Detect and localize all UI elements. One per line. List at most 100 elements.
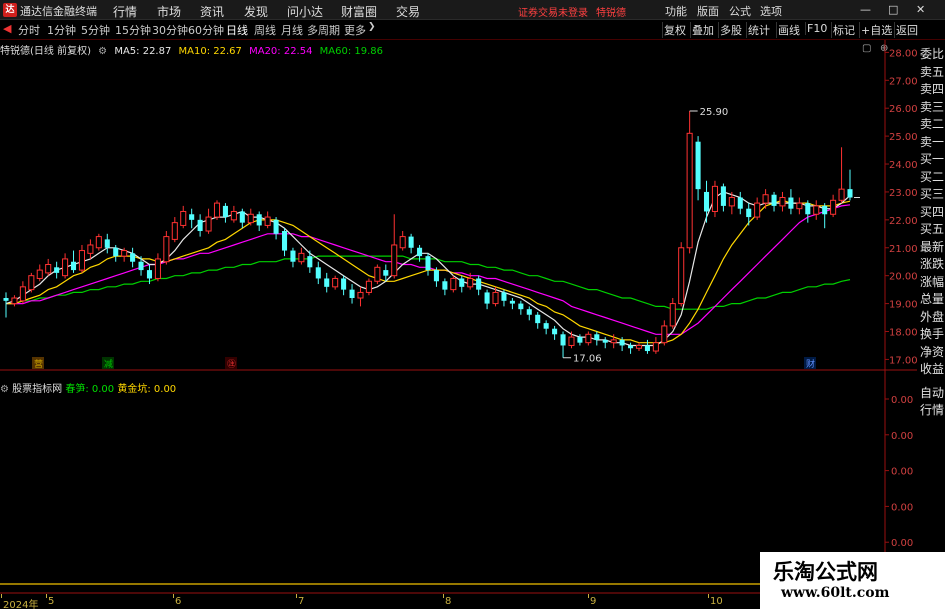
candle (754, 197, 761, 220)
menu-gongneng[interactable]: 功能 (665, 3, 687, 19)
candle-body (484, 292, 490, 304)
candle (652, 337, 659, 354)
menu-zixun[interactable]: 资讯 (200, 3, 224, 20)
menu-hangqing[interactable]: 行情 (113, 3, 137, 20)
candle-body (610, 339, 617, 344)
candle (95, 233, 102, 251)
candle-body (113, 247, 119, 257)
sidebar-bottom-item[interactable]: 行情 (919, 402, 945, 419)
candle-body (121, 250, 128, 257)
menu-gongshi[interactable]: 公式 (729, 3, 751, 19)
candle-body (11, 297, 18, 305)
sidebar-item[interactable]: 涨幅 (919, 274, 945, 291)
event-mark: 减 (104, 358, 113, 370)
sidebar-bottom-item[interactable]: 自动 (919, 385, 945, 402)
kline-chart[interactable]: 25.90 17.06 营 减 ㊟ 财 28.00 27.00 26.00 25.00 24.00… (0, 40, 917, 594)
tool-fuquan[interactable]: 复权 (662, 22, 687, 38)
tab-15min[interactable]: 15分钟 (115, 22, 151, 38)
candle (298, 247, 305, 265)
menu-xuanxiang[interactable]: 选项 (760, 3, 782, 19)
candle (695, 136, 701, 201)
tool-fanhui[interactable]: 返回 (894, 22, 919, 38)
candle-body (298, 252, 305, 263)
candle-body (290, 250, 296, 262)
sidebar-item[interactable]: 买五 (919, 221, 945, 238)
tab-1min[interactable]: 1分钟 (47, 22, 76, 38)
tool-diejia[interactable]: 叠加 (690, 22, 715, 38)
date-axis: 2024年 5 6 7 8 9 10 (0, 594, 760, 609)
sidebar-item[interactable]: 委比 (919, 46, 945, 63)
chart-grid (0, 40, 917, 594)
menu-jiaoyi[interactable]: 交易 (396, 3, 420, 20)
tab-60min[interactable]: 60分钟 (188, 22, 224, 38)
candle (357, 286, 364, 307)
menu-wenxiaoda[interactable]: 问小达 (287, 3, 323, 20)
candle (669, 298, 676, 329)
candle-body (45, 264, 52, 274)
price-tick-label: 18.00 (889, 328, 917, 339)
tab-30min[interactable]: 30分钟 (152, 22, 188, 38)
sidebar-item[interactable]: 买四 (919, 204, 945, 221)
indicator-settings-icon[interactable]: ⚙ (0, 384, 9, 395)
tool-duogu[interactable]: 多股 (718, 22, 743, 38)
menu-shichang[interactable]: 市场 (157, 3, 181, 20)
tab-weekly[interactable]: 周线 (254, 22, 276, 38)
candle (11, 295, 18, 307)
candle-body (138, 261, 144, 271)
candle-body (552, 328, 558, 335)
date-label: 6 (175, 596, 182, 607)
tab-fenshi[interactable]: 分时 (18, 22, 40, 38)
sidebar-item[interactable]: 卖四 (919, 81, 945, 98)
sidebar-item[interactable]: 卖五 (919, 64, 945, 81)
candle (805, 200, 811, 223)
date-label: 5 (48, 596, 55, 607)
sidebar-item[interactable]: 买一 (919, 151, 945, 168)
tool-zixuan[interactable]: +自选 (859, 22, 893, 38)
sidebar-item[interactable]: 总量 (919, 291, 945, 308)
sidebar-item[interactable]: 净资 (919, 344, 945, 361)
indicator-tick-label: 0.00 (891, 395, 913, 406)
tool-tongji[interactable]: 统计 (746, 22, 771, 38)
candle (341, 275, 347, 296)
candle (686, 110, 693, 254)
close-icon[interactable]: ✕ (916, 3, 925, 16)
sidebar-item[interactable]: 卖二 (919, 116, 945, 133)
candle-body (779, 197, 786, 207)
sidebar-item[interactable]: 收益 (919, 361, 945, 378)
candle-body (332, 277, 339, 288)
tab-5min[interactable]: 5分钟 (81, 22, 110, 38)
candle (720, 183, 726, 212)
tool-huaxian[interactable]: 画线 (776, 22, 801, 38)
login-status[interactable]: 证券交易未登录 (518, 4, 588, 19)
sidebar-item[interactable]: 卖一 (919, 134, 945, 151)
candle (189, 208, 195, 229)
sidebar-item[interactable]: 买三 (919, 186, 945, 203)
candle (594, 331, 600, 346)
tab-multi-period[interactable]: 多周期 (307, 22, 340, 38)
sidebar-item[interactable]: 卖三 (919, 99, 945, 116)
sidebar-item[interactable]: 最新 (919, 239, 945, 256)
sidebar-item[interactable]: 换手 (919, 326, 945, 343)
menu-faxian[interactable]: 发现 (244, 3, 268, 20)
tab-monthly[interactable]: 月线 (281, 22, 303, 38)
candle (442, 278, 448, 296)
minimize-icon[interactable]: — (860, 3, 871, 16)
tool-biaoji[interactable]: 标记 (831, 22, 856, 38)
back-arrow-icon[interactable]: ◀ (3, 22, 11, 35)
sidebar-item[interactable]: 外盘 (919, 309, 945, 326)
candle (535, 311, 541, 329)
sidebar-item[interactable]: 买二 (919, 169, 945, 186)
menu-caifuquan[interactable]: 财富圈 (341, 3, 377, 20)
tool-f10[interactable]: F10 (805, 22, 828, 35)
tab-daily[interactable]: 日线 (226, 22, 248, 38)
sidebar-item[interactable]: 涨跌 (919, 256, 945, 273)
candle (36, 264, 43, 282)
candle-body (754, 202, 761, 218)
more-chevron-icon[interactable]: ❯ (368, 22, 376, 32)
price-tick-label: 19.00 (889, 300, 917, 311)
menu-banmian[interactable]: 版面 (697, 3, 719, 19)
candle (256, 211, 262, 232)
candle (737, 191, 743, 215)
maximize-icon[interactable]: □ (888, 3, 898, 16)
tab-more[interactable]: 更多 (344, 22, 366, 38)
